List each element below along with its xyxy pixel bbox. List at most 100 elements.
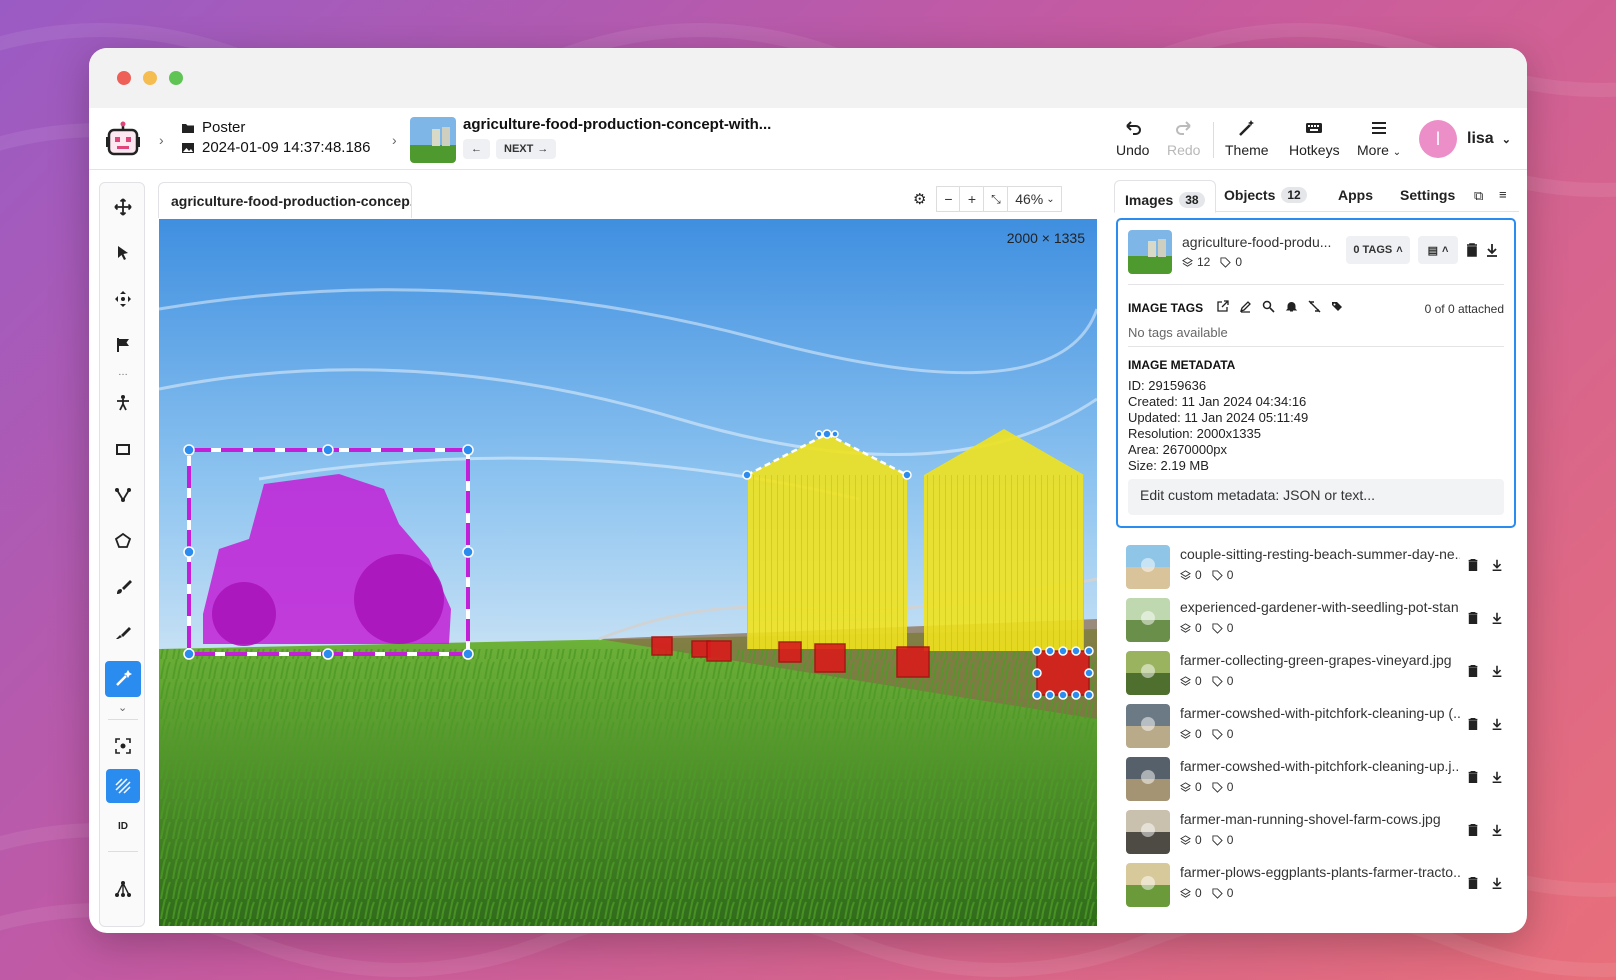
fit-screen-button[interactable]: ⤡ <box>984 186 1009 212</box>
trash-icon[interactable] <box>1466 558 1480 572</box>
trash-icon[interactable] <box>1464 242 1480 258</box>
download-icon[interactable] <box>1490 611 1504 625</box>
annotation-canvas[interactable]: 2000 × 1335 <box>159 219 1097 926</box>
external-link-icon[interactable] <box>1216 300 1229 313</box>
filter-icon[interactable]: ≡ <box>1499 187 1507 202</box>
tab-settings[interactable]: Settings <box>1400 187 1455 203</box>
download-icon[interactable] <box>1490 876 1504 890</box>
robot-logo-icon[interactable] <box>103 120 143 160</box>
unlink-icon[interactable] <box>1308 300 1321 313</box>
download-icon[interactable] <box>1484 242 1500 258</box>
prev-image-button[interactable]: ← <box>463 139 490 159</box>
zoom-out-button[interactable]: − <box>936 186 961 212</box>
list-item[interactable]: farmer-cowshed-with-pitchfork-cleaning-u… <box>1126 754 1516 804</box>
download-icon[interactable] <box>1490 558 1504 572</box>
tags-icon[interactable] <box>1331 300 1344 313</box>
avatar[interactable]: l <box>1419 120 1457 158</box>
polygon-tool[interactable] <box>105 523 141 559</box>
download-icon[interactable] <box>1490 823 1504 837</box>
trash-icon[interactable] <box>1466 717 1480 731</box>
hotkeys-button[interactable]: Hotkeys <box>1289 118 1340 158</box>
undo-button[interactable]: Undo <box>1116 118 1149 158</box>
images-count-badge: 38 <box>1179 192 1205 208</box>
bell-icon[interactable] <box>1285 300 1298 313</box>
eraser-tool[interactable] <box>105 615 141 651</box>
chevron-down-icon: ⌄ <box>1046 193 1055 205</box>
chevron-down-icon[interactable]: ⌄ <box>118 701 127 714</box>
breadcrumb-dataset[interactable]: 2024-01-09 14:37:48.186 <box>181 138 370 158</box>
zoom-select[interactable]: 46% ⌄ <box>1008 186 1063 212</box>
breadcrumb-project[interactable]: Poster <box>181 118 370 138</box>
user-menu[interactable]: lisa ⌄ <box>1467 130 1511 148</box>
polyline-tool[interactable] <box>105 477 141 513</box>
tags-count-value: 0 <box>1226 727 1234 741</box>
graph-tool[interactable] <box>105 871 141 907</box>
rectangle-tool[interactable] <box>105 431 141 467</box>
trash-icon[interactable] <box>1466 823 1480 837</box>
edit-icon[interactable] <box>1239 300 1252 313</box>
metadata-resolution: Resolution: 2000x1335 <box>1128 426 1261 441</box>
image-thumbnail <box>1126 651 1170 695</box>
custom-metadata-input[interactable]: Edit custom metadata: JSON or text... <box>1128 479 1504 515</box>
next-image-button[interactable]: NEXT → <box>496 139 557 159</box>
copy-icon[interactable]: ⧉ <box>1474 188 1483 204</box>
tab-apps[interactable]: Apps <box>1338 187 1373 203</box>
download-icon[interactable] <box>1490 770 1504 784</box>
toolbar-divider <box>108 851 138 852</box>
keypoint-tool[interactable] <box>105 385 141 421</box>
more-menu-button[interactable]: More ⌄ <box>1357 118 1401 158</box>
keyboard-icon <box>1306 123 1323 133</box>
select-tool[interactable] <box>105 235 141 271</box>
selected-image-card[interactable]: agriculture-food-produ... 12 0 0 TAGS ˄ ▤… <box>1116 218 1516 528</box>
id-tool[interactable]: ID <box>106 809 140 843</box>
image-thumbnail <box>1126 545 1170 589</box>
download-icon[interactable] <box>1490 664 1504 678</box>
tab-objects[interactable]: Objects 12 <box>1224 187 1307 203</box>
scene-image[interactable] <box>159 219 1097 926</box>
layers-icon <box>1180 675 1191 686</box>
list-item[interactable]: farmer-man-running-shovel-farm-cows.jpg 0… <box>1126 807 1516 857</box>
flag-tool[interactable] <box>105 327 141 363</box>
close-window-button[interactable] <box>117 71 131 85</box>
silo-annotation-2[interactable] <box>924 429 1084 651</box>
maximize-window-button[interactable] <box>169 71 183 85</box>
search-icon[interactable] <box>1262 300 1275 313</box>
download-icon[interactable] <box>1490 717 1504 731</box>
image-tab[interactable]: agriculture-food-production-concep... <box>158 182 412 218</box>
pointer-icon <box>118 246 128 260</box>
keypoint-icon <box>117 395 129 411</box>
metadata-toggle-button[interactable]: ▤ ˄ <box>1418 236 1458 264</box>
list-item[interactable]: experienced-gardener-with-seedling-pot-s… <box>1126 595 1516 645</box>
list-item[interactable]: farmer-cowshed-with-pitchfork-cleaning-u… <box>1126 701 1516 751</box>
tab-images[interactable]: Images 38 <box>1114 180 1216 213</box>
move-tool[interactable] <box>105 189 141 225</box>
adjust-sliders-icon[interactable]: ⚙ <box>913 190 926 208</box>
tags-toggle-button[interactable]: 0 TAGS ˄ <box>1346 236 1410 264</box>
right-panel-tabs: Images 38 Objects 12 Apps Settings ⧉ ≡ <box>1114 180 1519 213</box>
theme-button[interactable]: Theme <box>1225 118 1269 158</box>
zoom-level: 46% <box>1015 191 1044 207</box>
trash-icon[interactable] <box>1466 611 1480 625</box>
image-name: experienced-gardener-with-seedling-pot-s… <box>1180 599 1460 615</box>
magic-wand-icon <box>1238 120 1254 136</box>
tags-count-value: 0 <box>1226 780 1234 794</box>
redo-button[interactable]: Redo <box>1167 118 1200 158</box>
pan-tool[interactable] <box>105 281 141 317</box>
tags-count: 0 <box>1212 886 1233 900</box>
tag-icon <box>1212 569 1223 581</box>
zoom-in-button[interactable]: + <box>960 186 985 212</box>
list-item[interactable]: farmer-plows-eggplants-plants-farmer-tra… <box>1126 860 1516 910</box>
brush-tool[interactable] <box>105 569 141 605</box>
silo-annotation-1[interactable] <box>742 429 912 649</box>
layers-icon <box>1180 622 1191 633</box>
tags-count-value: 0 <box>1226 568 1234 582</box>
trash-icon[interactable] <box>1466 664 1480 678</box>
trash-icon[interactable] <box>1466 876 1480 890</box>
hatch-tool[interactable] <box>106 769 140 803</box>
list-item[interactable]: couple-sitting-resting-beach-summer-day-… <box>1126 542 1516 592</box>
focus-tool[interactable] <box>106 729 140 763</box>
list-item[interactable]: farmer-collecting-green-grapes-vineyard.… <box>1126 648 1516 698</box>
minimize-window-button[interactable] <box>143 71 157 85</box>
smart-tool[interactable] <box>105 661 141 697</box>
trash-icon[interactable] <box>1466 770 1480 784</box>
